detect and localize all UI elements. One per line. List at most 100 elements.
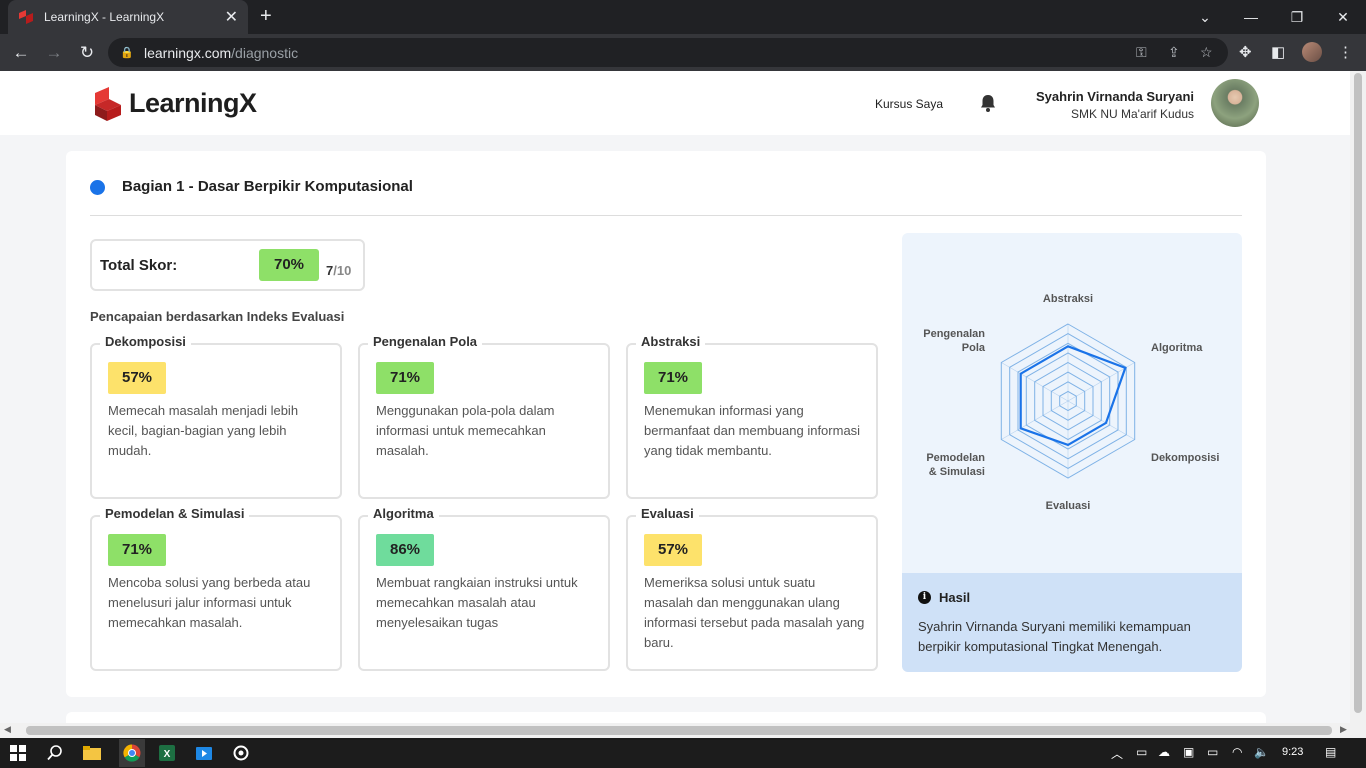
radar-label-pengenalan-line2: Pola — [962, 342, 986, 354]
index-card: Pengenalan Pola 71% Menggunakan pola-pol… — [358, 334, 610, 499]
section-indicator-dot — [90, 180, 105, 195]
battery-icon[interactable]: ▭ — [1207, 745, 1218, 759]
file-explorer-icon[interactable] — [82, 743, 102, 763]
new-tab-icon[interactable]: + — [260, 5, 272, 27]
indices-subtitle: Pencapaian berdasarkan Indeks Evaluasi — [90, 309, 345, 324]
kursus-saya-link[interactable]: Kursus Saya — [875, 97, 943, 111]
total-score-max: /10 — [333, 263, 352, 278]
restore-icon[interactable]: ❐ — [1274, 0, 1320, 34]
chrome-icon[interactable] — [119, 739, 145, 767]
browser-tab[interactable]: LearningX - LearningX ✕ — [8, 0, 248, 34]
index-title: Evaluasi — [636, 506, 699, 521]
notification-icon[interactable]: ▤ — [1325, 745, 1336, 759]
hasil-text: Syahrin Virnanda Suryani memiliki kemamp… — [918, 619, 1191, 654]
reload-icon[interactable]: ↻ — [77, 43, 97, 63]
tab-search-icon[interactable]: ⌄ — [1182, 0, 1228, 34]
index-description: Memecah masalah menjadi lebih kecil, bag… — [108, 403, 299, 458]
url-host: learningx.com — [144, 44, 232, 61]
address-bar[interactable]: 🔒 learningx.com/diagnostic ⚿ ⇪ ☆ — [108, 38, 1228, 67]
hasil-heading: i Hasil — [918, 590, 970, 605]
horizontal-scrollbar[interactable]: ◀ ▶ — [0, 723, 1366, 738]
scroll-right-icon[interactable]: ▶ — [1340, 724, 1347, 735]
learningx-favicon-icon — [18, 9, 34, 25]
index-description: Memeriksa solusi untuk suatu masalah dan… — [644, 575, 865, 650]
tray-chevron-icon[interactable]: ︿ — [1111, 745, 1123, 762]
app-header: LearningX Kursus Saya Syahrin Virnanda S… — [0, 71, 1350, 135]
radar-label-pemodelan-line1: Pemodelan — [926, 452, 985, 464]
radar-label-abstraksi: Abstraksi — [1043, 293, 1093, 305]
index-score-badge: 57% — [644, 534, 702, 566]
key-icon[interactable]: ⚿ — [1136, 44, 1147, 61]
total-score-badge: 70% — [259, 249, 319, 281]
bookmark-star-icon[interactable]: ☆ — [1200, 44, 1213, 61]
section-title: Bagian 1 - Dasar Berpikir Komputasional — [122, 178, 413, 195]
forward-icon[interactable]: → — [44, 43, 64, 63]
media-player-icon[interactable] — [194, 743, 214, 763]
close-window-icon[interactable]: ✕ — [1320, 0, 1366, 34]
index-card: Algoritma 86% Membuat rangkaian instruks… — [358, 506, 610, 671]
share-icon[interactable]: ⇪ — [1168, 44, 1180, 61]
index-card: Evaluasi 57% Memeriksa solusi untuk suat… — [626, 506, 878, 671]
radar-chart: Abstraksi Algoritma Dekomposisi Evaluasi… — [923, 293, 1219, 512]
radar-label-dekomposisi: Dekomposisi — [1151, 452, 1219, 464]
clock-time[interactable]: 9:23 — [1282, 746, 1303, 758]
lock-icon: 🔒 — [120, 47, 134, 59]
logo-text: LearningX — [129, 87, 257, 118]
volume-icon[interactable]: 🔈 — [1254, 745, 1269, 759]
meet-now-icon[interactable]: ▭ — [1136, 745, 1147, 759]
index-description: Menggunakan pola-pola dalam informasi un… — [376, 403, 555, 458]
extensions-icon[interactable]: ✥ — [1239, 43, 1252, 61]
learningx-logo-icon — [95, 87, 121, 121]
radar-label-pemodelan-line2: & Simulasi — [929, 466, 985, 478]
index-card: Pemodelan & Simulasi 71% Mencoba solusi … — [90, 506, 342, 671]
screen-icon[interactable]: ▣ — [1183, 745, 1194, 759]
scroll-left-icon[interactable]: ◀ — [4, 724, 11, 735]
side-panel-icon[interactable]: ◧ — [1271, 43, 1285, 61]
tab-title: LearningX - LearningX — [44, 10, 165, 24]
diagnostic-card: Bagian 1 - Dasar Berpikir Komputasional … — [66, 151, 1266, 697]
profile-avatar-icon[interactable] — [1302, 42, 1322, 62]
logo[interactable]: LearningX — [93, 85, 257, 121]
browser-tab-bar: LearningX - LearningX ✕ + ⌄ — ❐ ✕ — [0, 0, 1366, 34]
search-icon[interactable] — [45, 743, 65, 763]
info-icon: i — [918, 591, 931, 604]
menu-icon[interactable]: ⋮ — [1338, 43, 1353, 61]
index-title: Pemodelan & Simulasi — [100, 506, 250, 521]
divider — [90, 215, 1242, 216]
horizontal-scroll-thumb[interactable] — [26, 726, 1332, 735]
total-score-label: Total Skor: — [100, 257, 178, 274]
svg-text:X: X — [164, 749, 171, 760]
total-score-box: Total Skor: 70% 7/10 — [90, 239, 365, 291]
index-score-badge: 71% — [376, 362, 434, 394]
back-icon[interactable]: ← — [11, 43, 31, 63]
radar-label-algoritma: Algoritma — [1151, 342, 1203, 354]
index-title: Dekomposisi — [100, 334, 191, 349]
url-path: /diagnostic — [231, 44, 299, 61]
index-description: Mencoba solusi yang berbeda atau menelus… — [108, 575, 311, 630]
radar-chart-panel: Abstraksi Algoritma Dekomposisi Evaluasi… — [902, 233, 1242, 573]
minimize-icon[interactable]: — — [1228, 0, 1274, 34]
wifi-icon[interactable]: ◠ — [1232, 745, 1242, 759]
excel-icon[interactable]: X — [157, 743, 177, 763]
app-circle-icon[interactable] — [231, 743, 251, 763]
total-score-fraction: 7/10 — [326, 263, 351, 278]
vertical-scroll-thumb[interactable] — [1354, 73, 1362, 713]
cloud-sync-icon[interactable]: ☁ — [1158, 745, 1170, 759]
vertical-scrollbar[interactable] — [1350, 71, 1366, 723]
index-score-badge: 57% — [108, 362, 166, 394]
user-name: Syahrin Virnanda Suryani — [1036, 89, 1194, 104]
user-avatar[interactable] — [1211, 79, 1259, 127]
browser-toolbar: ← → ↻ 🔒 learningx.com/diagnostic ⚿ ⇪ ☆ ✥… — [0, 34, 1366, 71]
index-score-badge: 71% — [644, 362, 702, 394]
user-school: SMK NU Ma'arif Kudus — [1071, 107, 1194, 121]
close-tab-icon[interactable]: ✕ — [225, 7, 238, 27]
hasil-title: Hasil — [939, 590, 971, 605]
index-title: Abstraksi — [636, 334, 706, 349]
index-title: Pengenalan Pola — [368, 334, 483, 349]
index-title: Algoritma — [368, 506, 439, 521]
index-score-badge: 86% — [376, 534, 434, 566]
index-card: Dekomposisi 57% Memecah masalah menjadi … — [90, 334, 342, 499]
windows-start-icon[interactable] — [8, 743, 28, 763]
radar-label-evaluasi: Evaluasi — [1046, 500, 1091, 512]
bell-icon[interactable] — [978, 93, 998, 118]
